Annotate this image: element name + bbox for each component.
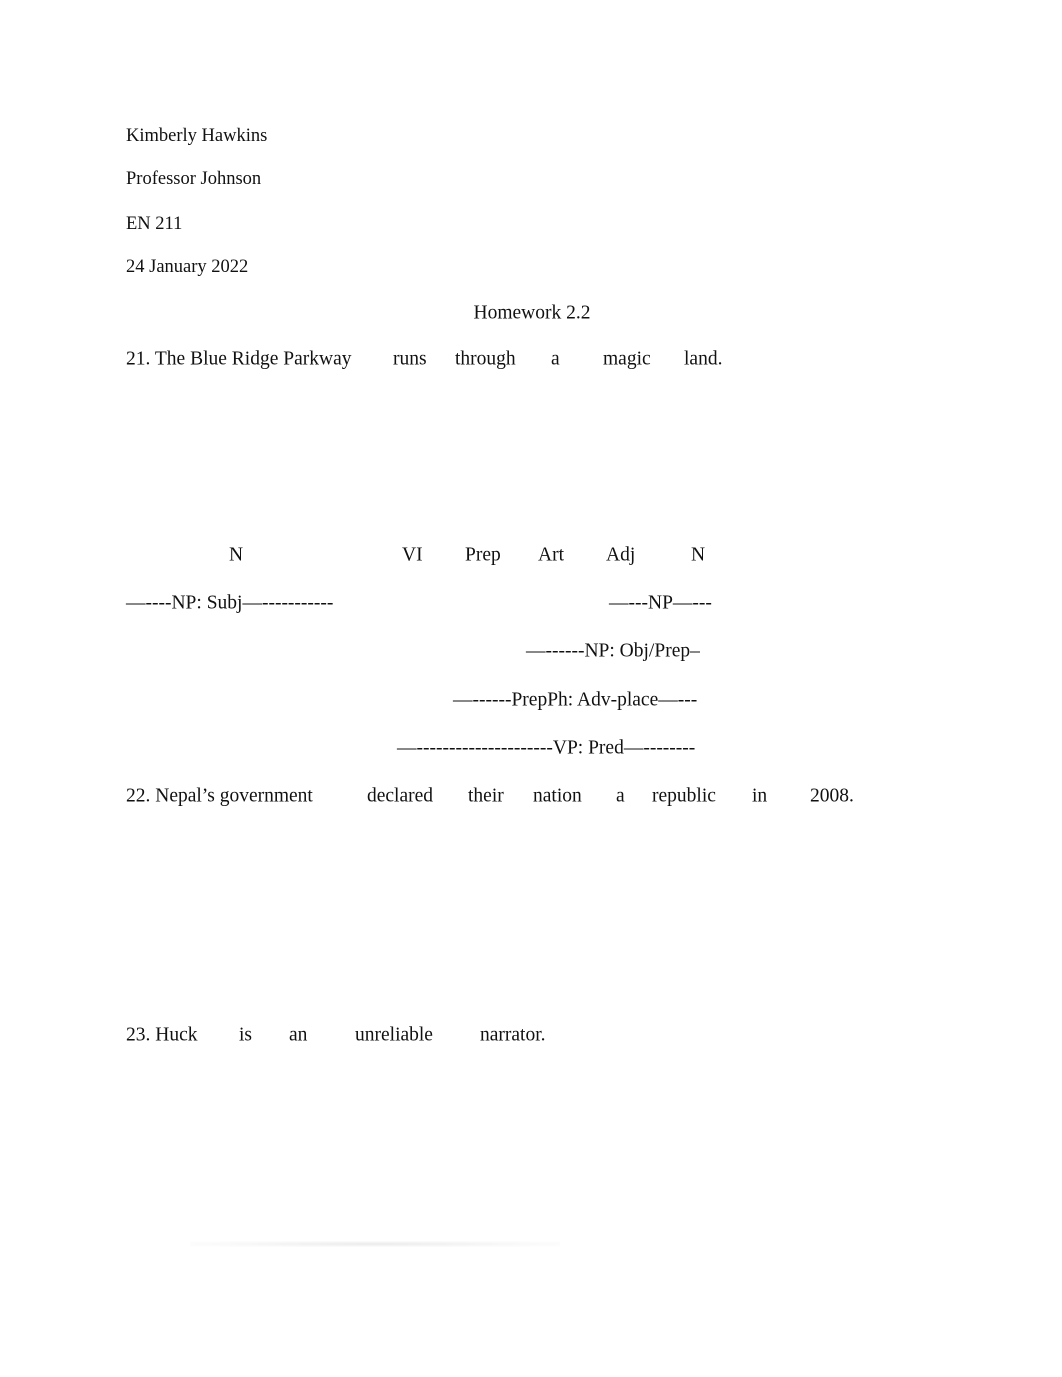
sentence-word: republic (652, 785, 716, 807)
sentence-word: nation (533, 785, 582, 807)
pos-tag: N (691, 544, 706, 566)
sentence-word: through (455, 348, 516, 370)
pos-tag: N (229, 544, 244, 566)
sentence-word: narrator. (480, 1024, 546, 1046)
professor-name: Professor Johnson (126, 168, 262, 189)
sentence-word: in (752, 785, 768, 807)
sentence-word: a (616, 785, 625, 807)
student-name: Kimberly Hawkins (126, 125, 268, 146)
phrase-label-prepph: —------PrepPh: Adv-place—--- (453, 689, 698, 711)
sentence-word: land. (684, 348, 723, 370)
sentence-word: their (468, 785, 504, 807)
pos-tag: Prep (465, 544, 501, 566)
sentence-word: 21. The Blue Ridge Parkway (126, 348, 352, 370)
sentence-word: 23. Huck (126, 1024, 198, 1046)
sentence-word: unreliable (355, 1024, 433, 1046)
sentence-word: runs (393, 348, 427, 370)
pos-tag: Art (538, 544, 564, 566)
sentence-word: an (289, 1024, 308, 1046)
sentence-word: magic (603, 348, 651, 370)
phrase-label-np-subj: —----NP: Subj—----------- (126, 592, 334, 614)
phrase-label-np: —---NP—--- (609, 592, 712, 614)
sentence-word: declared (367, 785, 434, 807)
pos-tag: VI (402, 544, 423, 566)
page-fold-shadow (190, 1241, 560, 1247)
pos-tag: Adj (606, 544, 636, 566)
phrase-label-vp-pred: —---------------------VP: Pred—-------- (397, 737, 696, 759)
sentence-word: a (551, 348, 560, 370)
document-title: Homework 2.2 (473, 302, 591, 324)
sentence-word: 2008. (810, 785, 854, 807)
phrase-label-np-obj-prep: —------NP: Obj/Prep– (526, 640, 700, 662)
date: 24 January 2022 (126, 256, 249, 277)
sentence-word: is (239, 1024, 253, 1046)
course-code: EN 211 (126, 213, 183, 234)
sentence-word: 22. Nepal’s government (126, 785, 313, 807)
